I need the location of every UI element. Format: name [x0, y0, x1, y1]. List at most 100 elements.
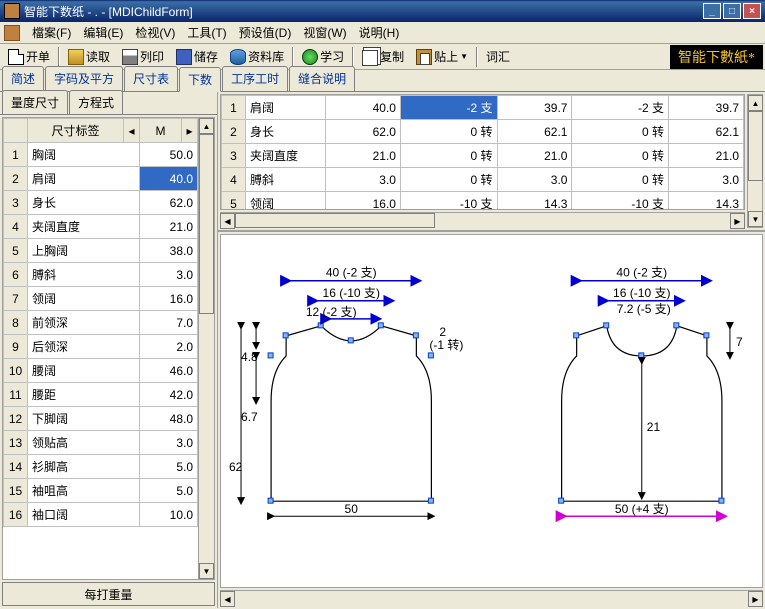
tab-4[interactable]: 工序工时 — [222, 66, 288, 91]
table-row[interactable]: 7领阔16.0 — [4, 287, 198, 311]
main-tabs: 简述字码及平方尺寸表下数工序工时缝合说明 — [0, 70, 765, 92]
db-button[interactable]: 资料库 — [225, 46, 289, 68]
print-button[interactable]: 列印 — [117, 46, 169, 68]
table-row[interactable]: 14衫脚高5.0 — [4, 455, 198, 479]
minimize-button[interactable]: _ — [703, 3, 721, 19]
table-row[interactable]: 3夹阔直度21.00 转21.00 转21.0 — [222, 144, 744, 168]
menu-tool[interactable]: 工具(T) — [181, 22, 232, 43]
vscrollbar[interactable]: ▲ ▼ — [198, 118, 214, 579]
check-icon — [302, 49, 318, 65]
chevron-down-icon: ▼ — [460, 52, 468, 61]
table-row[interactable]: 12下脚阔48.0 — [4, 407, 198, 431]
weight-button[interactable]: 每打重量 — [2, 582, 215, 606]
copy-icon — [362, 50, 378, 66]
svg-text:50: 50 — [345, 502, 359, 516]
svg-text:(-1 转): (-1 转) — [429, 337, 463, 352]
right-panel: 1肩阔40.0-2 支39.7-2 支39.72身长62.00 转62.10 转… — [218, 92, 765, 608]
scroll-up-icon[interactable]: ▲ — [199, 118, 214, 134]
new-button[interactable]: 开单 — [3, 46, 55, 68]
table-row[interactable]: 2肩阔40.0 — [4, 167, 198, 191]
table-row[interactable]: 11腰距42.0 — [4, 383, 198, 407]
menu-help[interactable]: 说明(H) — [353, 22, 406, 43]
table-row[interactable]: 13领贴高3.0 — [4, 431, 198, 455]
database-icon — [230, 49, 246, 65]
svg-text:16 (-10 支): 16 (-10 支) — [613, 286, 670, 300]
print-icon — [122, 49, 138, 65]
svg-text:7: 7 — [736, 335, 743, 349]
svg-text:2: 2 — [439, 325, 446, 339]
table-row[interactable]: 6膊斜3.0 — [4, 263, 198, 287]
scroll-thumb[interactable] — [235, 213, 435, 228]
table-row[interactable]: 1肩阔40.0-2 支39.7-2 支39.7 — [222, 96, 744, 120]
copy-button[interactable]: 复制 — [357, 46, 409, 68]
scroll-down-icon[interactable]: ▼ — [199, 563, 214, 579]
scroll-down-icon[interactable]: ▼ — [748, 211, 763, 227]
tab-2[interactable]: 尺寸表 — [124, 66, 178, 91]
close-button[interactable]: × — [743, 3, 761, 19]
tab-3[interactable]: 下数 — [179, 67, 221, 92]
table-row[interactable]: 4膊斜3.00 转3.00 转3.0 — [222, 168, 744, 192]
menu-file[interactable]: 檔案(F) — [26, 22, 77, 43]
header-row: 尺寸标签◂M▸ — [4, 119, 198, 143]
dims-grid[interactable]: 尺寸标签◂M▸ 1胸阔50.02肩阔40.03身长62.04夹阔直度21.05上… — [2, 117, 215, 580]
titlebar: 智能下数纸 - . - [MDIChildForm] _ □ × — [0, 0, 765, 22]
app-icon — [4, 3, 20, 19]
save-icon — [176, 49, 192, 65]
table-row[interactable]: 15袖咀高5.0 — [4, 479, 198, 503]
chevron-right-icon[interactable]: ▸ — [182, 119, 198, 143]
subtab-formula[interactable]: 方程式 — [69, 90, 123, 114]
table-row[interactable]: 2身长62.00 转62.10 转62.1 — [222, 120, 744, 144]
scroll-thumb[interactable] — [748, 111, 763, 181]
table-row[interactable]: 9后领深2.0 — [4, 335, 198, 359]
sub-tabs: 量度尺寸 方程式 — [0, 92, 217, 114]
menu-preset[interactable]: 预设值(D) — [233, 22, 298, 43]
diagram-hscroll[interactable]: ◀ ▶ — [220, 590, 763, 606]
table-row[interactable]: 4夹阔直度21.0 — [4, 215, 198, 239]
window-title: 智能下数纸 - . - [MDIChildForm] — [24, 3, 701, 20]
table-row[interactable]: 8前领深7.0 — [4, 311, 198, 335]
read-button[interactable]: 读取 — [63, 46, 115, 68]
svg-text:62: 62 — [229, 460, 243, 474]
scroll-left-icon[interactable]: ◀ — [220, 591, 235, 607]
svg-text:7.2 (-5 支): 7.2 (-5 支) — [617, 302, 671, 316]
chevron-left-icon[interactable]: ◂ — [124, 119, 140, 143]
tab-0[interactable]: 简述 — [2, 66, 44, 91]
paste-button[interactable]: 贴上▼ — [411, 46, 473, 68]
table-row[interactable]: 3身长62.0 — [4, 191, 198, 215]
save-button[interactable]: 储存 — [171, 46, 223, 68]
tab-1[interactable]: 字码及平方 — [45, 66, 123, 91]
left-panel: 量度尺寸 方程式 尺寸标签◂M▸ 1胸阔50.02肩阔40.03身长62.04夹… — [0, 92, 218, 608]
svg-text:16 (-10 支): 16 (-10 支) — [323, 286, 380, 300]
svg-text:21: 21 — [647, 420, 661, 434]
menu-edit[interactable]: 编辑(E) — [77, 22, 129, 43]
svg-text:50 (+4 支): 50 (+4 支) — [615, 502, 669, 516]
scroll-thumb[interactable] — [199, 134, 214, 314]
menubar: 檔案(F) 编辑(E) 检视(V) 工具(T) 预设值(D) 视窗(W) 说明(… — [0, 22, 765, 44]
study-button[interactable]: 学习 — [297, 46, 349, 68]
hscrollbar[interactable]: ◀ ▶ — [220, 212, 745, 228]
subtab-dims[interactable]: 量度尺寸 — [2, 90, 68, 114]
table-row[interactable]: 5上胸阔38.0 — [4, 239, 198, 263]
pattern-diagram[interactable]: 40 (-2 支) 16 (-10 支) 12 (-2 支) 2(-1 转) 4… — [220, 234, 763, 588]
scroll-right-icon[interactable]: ▶ — [748, 591, 763, 607]
menu-window[interactable]: 视窗(W) — [297, 22, 352, 43]
tab-5[interactable]: 缝合说明 — [289, 66, 355, 91]
table-row[interactable]: 5领阔16.0-10 支14.3-10 支14.3 — [222, 192, 744, 211]
scroll-left-icon[interactable]: ◀ — [220, 213, 235, 229]
scroll-right-icon[interactable]: ▶ — [730, 213, 745, 229]
menu-view[interactable]: 检视(V) — [129, 22, 181, 43]
svg-text:12 (-2 支): 12 (-2 支) — [306, 305, 357, 319]
new-icon — [8, 49, 24, 65]
scroll-up-icon[interactable]: ▲ — [748, 95, 763, 111]
vocab-button[interactable]: 词汇 — [481, 46, 515, 68]
top-grid[interactable]: 1肩阔40.0-2 支39.7-2 支39.72身长62.00 转62.10 转… — [220, 94, 745, 210]
svg-text:4.8: 4.8 — [241, 350, 258, 364]
svg-text:40 (-2 支): 40 (-2 支) — [616, 266, 667, 280]
paste-icon — [416, 49, 432, 65]
svg-text:6.7: 6.7 — [241, 410, 258, 424]
top-vscroll[interactable]: ▲ ▼ — [747, 94, 763, 228]
table-row[interactable]: 16袖口阔10.0 — [4, 503, 198, 527]
maximize-button[interactable]: □ — [723, 3, 741, 19]
table-row[interactable]: 1胸阔50.0 — [4, 143, 198, 167]
table-row[interactable]: 10腰阔46.0 — [4, 359, 198, 383]
